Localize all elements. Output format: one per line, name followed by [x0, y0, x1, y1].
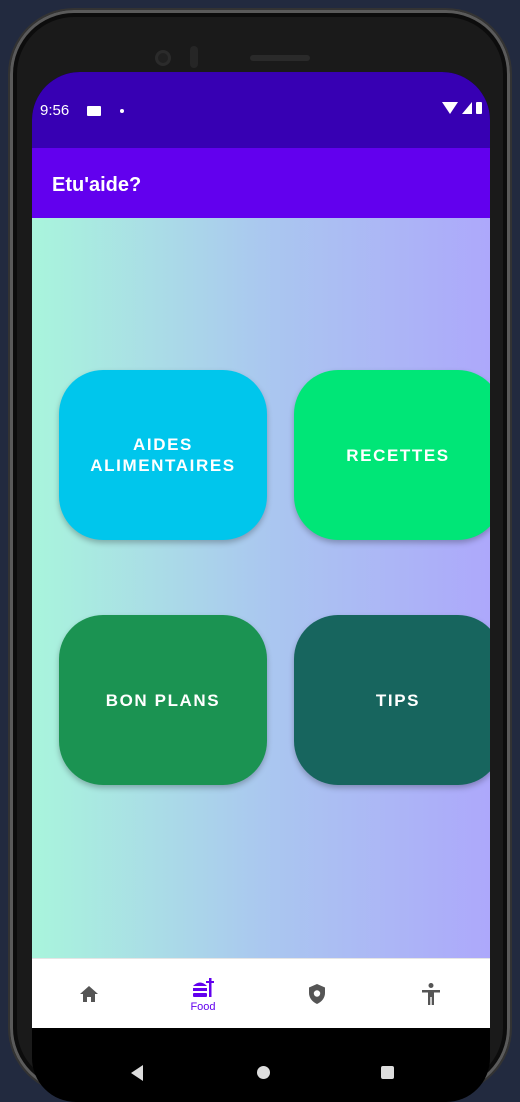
front-camera — [155, 50, 171, 66]
tips-label: TIPS — [375, 690, 421, 710]
proximity-sensor — [190, 46, 198, 68]
tips-button[interactable]: TIPS — [294, 615, 490, 785]
recettes-label: RECETTES — [346, 445, 450, 465]
nav-item-shield[interactable] — [260, 959, 374, 1028]
status-bar: 9:56 — [32, 72, 490, 148]
nav-item-accessibility[interactable] — [374, 959, 488, 1028]
system-back-icon[interactable] — [131, 1065, 143, 1081]
system-navigation-bar — [32, 1037, 490, 1102]
main-content: AIDES ALIMENTAIRES RECETTES BON PLANS TI… — [32, 218, 490, 958]
app-title: Etu'aide? — [52, 174, 142, 196]
recettes-button[interactable]: RECETTES — [294, 370, 490, 540]
nav-item-home[interactable] — [32, 959, 146, 1028]
phone-top-bezel — [10, 10, 510, 80]
bottom-navigation: Food — [32, 958, 490, 1028]
nav-food-label: Food — [190, 1000, 216, 1013]
bon-plans-label: BON PLANS — [105, 690, 221, 710]
app-bar: Etu'aide? — [32, 148, 490, 218]
bon-plans-button[interactable]: BON PLANS — [59, 615, 267, 785]
home-icon — [80, 985, 98, 1002]
wifi-icon — [442, 102, 458, 114]
aides-alimentaires-button[interactable]: AIDES ALIMENTAIRES — [59, 370, 267, 540]
food-icon — [193, 977, 214, 997]
status-time: 9:56 — [40, 102, 70, 119]
phone-frame: 9:56 Etu'aide? AIDES ALIMENTAIRES RECETT… — [10, 10, 510, 1102]
screen: 9:56 Etu'aide? AIDES ALIMENTAIRES RECETT… — [32, 72, 490, 1037]
aides-alimentaires-label: AIDES ALIMENTAIRES — [90, 435, 236, 475]
notification-icon — [87, 106, 101, 116]
battery-icon — [476, 102, 482, 114]
status-icons — [442, 102, 482, 114]
more-notifications-dot-icon — [120, 109, 124, 113]
nav-item-food[interactable]: Food — [146, 959, 260, 1028]
earpiece-speaker — [250, 55, 310, 61]
system-home-icon[interactable] — [257, 1066, 270, 1079]
accessibility-icon — [422, 982, 440, 1005]
shield-icon — [309, 983, 325, 1004]
system-recents-icon[interactable] — [381, 1066, 394, 1079]
signal-icon — [462, 102, 472, 114]
